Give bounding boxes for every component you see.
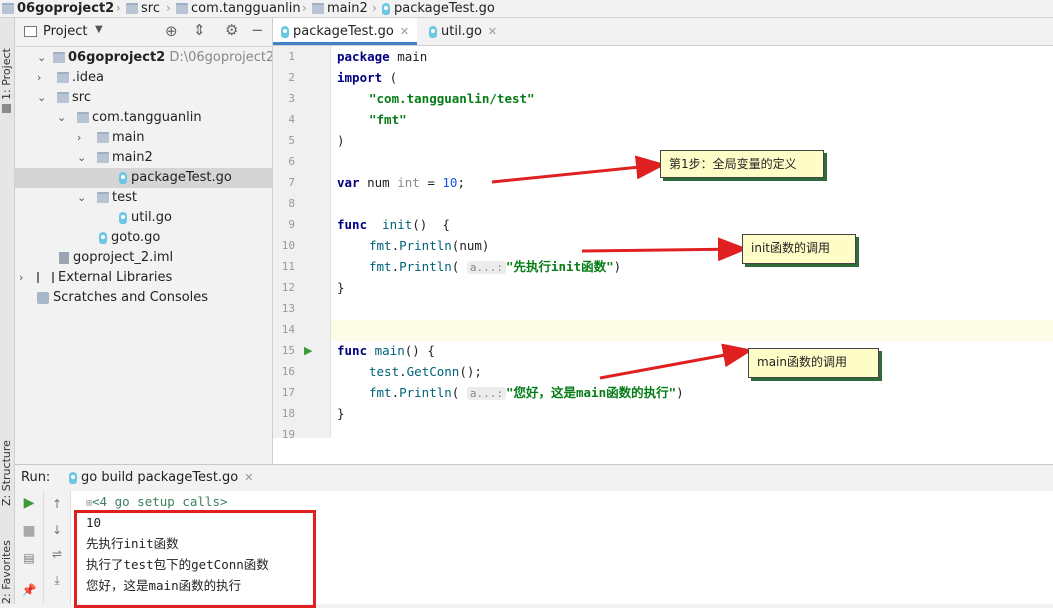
output-highlight-box	[74, 510, 316, 608]
callout-main-call: main函数的调用	[748, 348, 879, 378]
run-toolbar: ▶ ■ ▤ 📌	[15, 491, 44, 604]
arrow-down-icon[interactable]: ↓	[47, 523, 67, 537]
run-panel-header: Run: go build packageTest.go ✕	[15, 464, 1053, 492]
rerun-icon[interactable]: ▶	[19, 495, 39, 511]
console-line-setup[interactable]: ⊞<4 go setup calls>	[86, 491, 228, 512]
callout-init-call: init函数的调用	[742, 234, 856, 264]
close-icon[interactable]: ✕	[244, 471, 253, 484]
go-file-icon	[69, 471, 77, 484]
layout-icon[interactable]: ▤	[19, 551, 39, 565]
scroll-to-end-icon[interactable]: ⤓	[47, 573, 67, 588]
run-tab[interactable]: go build packageTest.go ✕	[69, 470, 253, 485]
run-label: Run:	[21, 470, 51, 485]
arrow-to-main	[599, 343, 753, 380]
pin-icon[interactable]: 📌	[19, 583, 39, 597]
run-toolbar-secondary: ↑ ↓ ⇌ ⤓	[44, 491, 71, 604]
arrow-to-init	[581, 237, 748, 262]
soft-wrap-icon[interactable]: ⇌	[47, 547, 67, 561]
callout-step1: 第1步：全局变量的定义	[660, 150, 824, 178]
arrow-up-icon[interactable]: ↑	[47, 497, 67, 511]
stop-icon[interactable]: ■	[19, 523, 39, 539]
arrow-to-var	[491, 155, 666, 184]
